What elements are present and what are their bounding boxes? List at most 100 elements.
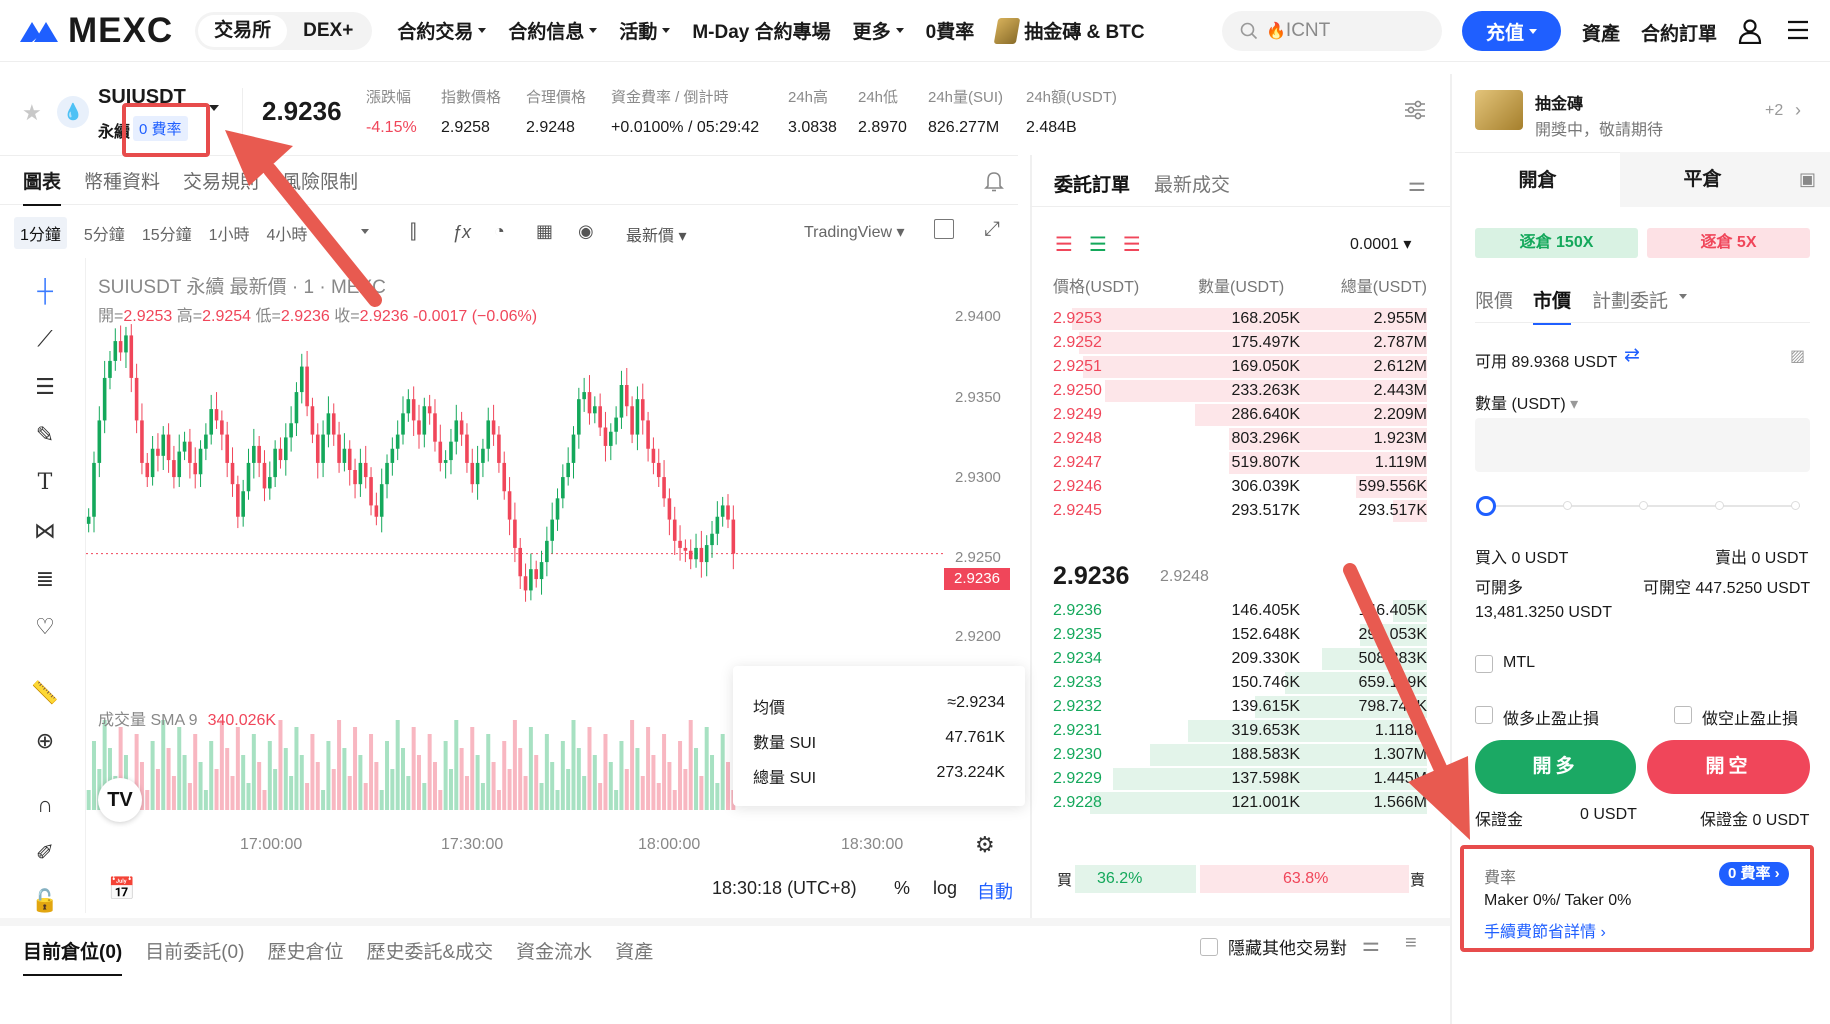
open-short-button[interactable]: 開空 xyxy=(1647,740,1810,794)
favorite-star-icon[interactable]: ★ xyxy=(22,100,42,126)
lock-icon[interactable]: 🔓 xyxy=(30,886,60,916)
camera-icon[interactable]: ◉ xyxy=(578,221,594,242)
filter-sliders-icon[interactable]: ⚌ xyxy=(1362,932,1380,957)
ask-row[interactable]: 2.9250 233.263K 2.443M xyxy=(1053,378,1427,402)
heart-icon[interactable]: ♡ xyxy=(30,612,60,642)
ask-row[interactable]: 2.9247 519.807K 1.119M xyxy=(1053,450,1427,474)
list-icon[interactable]: ≡ xyxy=(1405,932,1417,955)
search-input[interactable]: 🔥ICNT xyxy=(1222,11,1442,51)
ask-row[interactable]: 2.9252 175.497K 2.787M xyxy=(1053,330,1427,354)
tab-orderbook[interactable]: 委託訂單 xyxy=(1054,170,1130,197)
horizontal-lines-icon[interactable]: ☰ xyxy=(30,372,60,402)
ask-row[interactable]: 2.9253 168.205K 2.955M xyxy=(1053,306,1427,330)
calculator-icon[interactable]: ▣ xyxy=(1785,152,1830,207)
leverage-short-button[interactable]: 逐倉 5X xyxy=(1647,228,1810,258)
tab-chart[interactable]: 圖表 xyxy=(23,167,62,206)
ordertype-plan[interactable]: 計劃委託 xyxy=(1592,286,1668,313)
deposit-button[interactable]: 充值 xyxy=(1462,11,1561,51)
gauge-icon[interactable]: ◔ xyxy=(494,221,505,242)
tp-short-checkbox[interactable] xyxy=(1674,706,1692,724)
slider-knob[interactable] xyxy=(1476,496,1496,516)
slider-mark[interactable] xyxy=(1639,501,1648,510)
brush-icon[interactable]: ✎ xyxy=(30,420,60,450)
window-icon[interactable] xyxy=(934,219,954,239)
pattern-icon[interactable]: ⋈ xyxy=(30,516,60,546)
precision-select[interactable]: 0.0001 ▾ xyxy=(1350,234,1411,254)
trendline-icon[interactable]: ⟋ xyxy=(30,324,60,354)
quantity-label[interactable]: 數量 (USDT) ▾ xyxy=(1475,390,1578,414)
zoom-in-icon[interactable]: ⊕ xyxy=(30,726,60,756)
view-select[interactable]: TradingView ▾ xyxy=(804,222,905,242)
settings-sliders-icon[interactable] xyxy=(1403,98,1427,122)
indicator-icon[interactable]: ƒx xyxy=(452,222,471,243)
transfer-icon[interactable]: ⇄ xyxy=(1624,344,1640,367)
layout-grid-icon[interactable]: ▦ xyxy=(536,221,553,242)
calculator-small-icon[interactable]: ▨ xyxy=(1790,346,1805,366)
magnet-icon[interactable]: ∩ xyxy=(30,790,60,820)
quantity-slider[interactable] xyxy=(1490,501,1800,510)
tab-position-history[interactable]: 歷史倉位 xyxy=(267,937,343,964)
mexc-logo[interactable]: MEXC xyxy=(18,11,173,51)
leverage-long-button[interactable]: 逐倉 150X xyxy=(1475,228,1638,258)
open-long-button[interactable]: 開多 xyxy=(1475,740,1636,794)
menu-icon[interactable] xyxy=(1787,20,1809,40)
hide-other-checkbox[interactable] xyxy=(1200,937,1218,956)
ask-row[interactable]: 2.9248 803.296K 1.923M xyxy=(1053,426,1427,450)
tab-fund-flow[interactable]: 資金流水 xyxy=(516,937,592,964)
percent-toggle[interactable]: % xyxy=(894,878,910,899)
view-both-icon[interactable]: ☰ xyxy=(1055,232,1073,257)
ask-row[interactable]: 2.9246 306.039K 599.556K xyxy=(1053,474,1427,498)
nav-zero-fee[interactable]: 0費率 xyxy=(926,17,975,44)
log-toggle[interactable]: log xyxy=(933,878,957,899)
tab-close[interactable]: 平倉 xyxy=(1620,152,1785,207)
nav-futures[interactable]: 合約交易 xyxy=(397,17,487,44)
nav-contract-orders[interactable]: 合約訂單 xyxy=(1641,19,1717,46)
tab-open[interactable]: 開倉 xyxy=(1455,152,1620,207)
tab-coin-info[interactable]: 幣種資料 xyxy=(84,167,160,194)
tab-open-orders[interactable]: 目前委託(0) xyxy=(145,937,244,964)
fullscreen-icon[interactable]: ⤢ xyxy=(984,218,1000,241)
ask-row[interactable]: 2.9251 169.050K 2.612M xyxy=(1053,354,1427,378)
stat-funding-rate[interactable]: 資金費率 / 倒計時 +0.0100% / 05:29:42 xyxy=(611,86,759,137)
price-type-select[interactable]: 最新價 ▾ xyxy=(626,222,687,246)
view-bids-icon[interactable]: ☰ xyxy=(1089,232,1107,257)
pencil-lock-icon[interactable]: ✐ xyxy=(30,838,60,868)
ask-row[interactable]: 2.9249 286.640K 2.209M xyxy=(1053,402,1427,426)
tab-order-history[interactable]: 歷史委託&成交 xyxy=(366,937,493,964)
orderbook-settings-icon[interactable]: ⚌ xyxy=(1408,172,1426,197)
tf-1m[interactable]: 1分鐘 xyxy=(14,217,67,249)
quantity-input[interactable] xyxy=(1475,418,1810,472)
ordertype-limit[interactable]: 限價 xyxy=(1475,286,1513,313)
tradingview-logo-icon[interactable]: TV xyxy=(98,778,142,822)
nav-assets[interactable]: 資產 xyxy=(1582,19,1620,46)
slider-mark[interactable] xyxy=(1791,501,1800,510)
tf-15m[interactable]: 15分鐘 xyxy=(142,221,192,245)
text-tool-icon[interactable]: T xyxy=(30,468,60,498)
chart-settings-gear-icon[interactable]: ⚙ xyxy=(975,832,995,858)
tf-5m[interactable]: 5分鐘 xyxy=(84,221,125,245)
ordertype-market[interactable]: 市價 xyxy=(1533,286,1572,325)
ask-row[interactable]: 2.9245 293.517K 293.517K xyxy=(1053,498,1427,522)
auto-toggle[interactable]: 自動 xyxy=(977,878,1013,904)
bell-icon[interactable] xyxy=(984,170,1004,192)
slider-mark[interactable] xyxy=(1563,501,1572,510)
fib-icon[interactable]: ≣ xyxy=(30,564,60,594)
tab-assets[interactable]: 資產 xyxy=(615,937,653,964)
candlestick-icon[interactable]: ⫿ xyxy=(410,221,416,244)
view-asks-icon[interactable]: ☰ xyxy=(1123,232,1141,257)
nav-events[interactable]: 活動 xyxy=(619,17,671,44)
crosshair-icon[interactable]: ┼ xyxy=(30,276,60,306)
date-range-icon[interactable]: 📅 xyxy=(108,876,135,902)
seg-exchange[interactable]: 交易所 xyxy=(198,14,288,47)
nav-gold-draw[interactable]: 抽金磚 & BTC xyxy=(993,17,1145,44)
tab-recent-trades[interactable]: 最新成交 xyxy=(1154,170,1230,197)
user-icon[interactable] xyxy=(1738,18,1762,44)
nav-futures-info[interactable]: 合約信息 xyxy=(508,17,598,44)
seg-dex[interactable]: DEX+ xyxy=(287,15,369,47)
ruler-icon[interactable]: 📏 xyxy=(30,678,60,708)
slider-mark[interactable] xyxy=(1715,501,1724,510)
chevron-down-icon[interactable] xyxy=(1678,293,1688,300)
nav-mday[interactable]: M-Day 合約專場 xyxy=(692,17,830,44)
tab-positions[interactable]: 目前倉位(0) xyxy=(23,937,123,976)
hide-other-pairs[interactable]: 隱藏其他交易對 xyxy=(1200,934,1347,959)
